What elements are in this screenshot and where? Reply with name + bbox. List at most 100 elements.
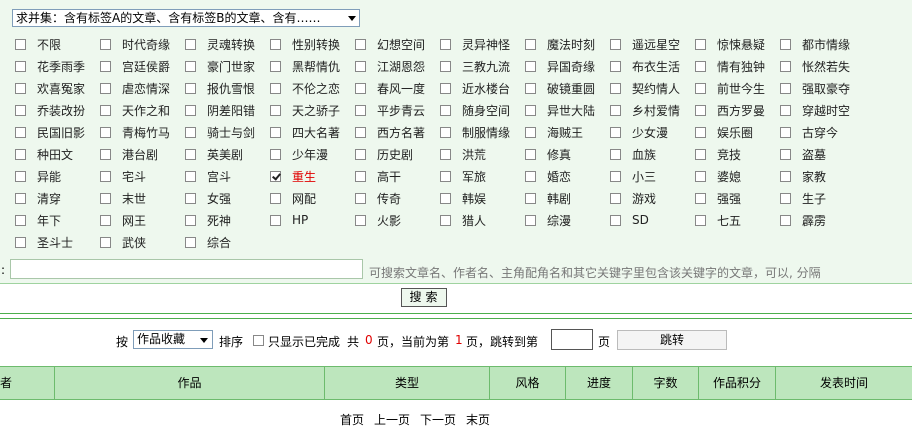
tag-option[interactable]: 不限 — [15, 33, 99, 55]
tag-checkbox[interactable] — [270, 126, 281, 138]
tag-checkbox[interactable] — [15, 192, 26, 204]
tag-option[interactable]: 海贼王 — [525, 121, 609, 143]
tag-option[interactable]: 阴差阳错 — [185, 99, 269, 121]
tag-option[interactable]: 春风一度 — [355, 77, 439, 99]
tag-option[interactable]: 韩剧 — [525, 187, 609, 209]
tag-option[interactable]: 天之骄子 — [270, 99, 354, 121]
tag-checkbox[interactable] — [525, 214, 536, 226]
tag-checkbox[interactable] — [185, 236, 196, 248]
jump-page-input[interactable] — [551, 329, 593, 350]
tag-checkbox[interactable] — [270, 148, 281, 160]
tag-checkbox[interactable] — [695, 126, 706, 138]
tag-option[interactable]: 强取豪夺 — [780, 77, 864, 99]
tag-option[interactable]: 圣斗士 — [15, 231, 99, 253]
tag-option[interactable]: 近水楼台 — [440, 77, 524, 99]
tag-checkbox[interactable] — [270, 38, 281, 50]
tag-checkbox[interactable] — [610, 60, 621, 72]
tag-checkbox[interactable] — [440, 170, 451, 182]
tag-checkbox[interactable] — [15, 148, 26, 160]
tag-checkbox[interactable] — [185, 38, 196, 50]
tag-option[interactable]: 年下 — [15, 209, 99, 231]
tag-checkbox[interactable] — [440, 60, 451, 72]
tag-option[interactable]: 黑帮情仇 — [270, 55, 354, 77]
tag-option[interactable]: 四大名著 — [270, 121, 354, 143]
tag-option[interactable]: 豪门世家 — [185, 55, 269, 77]
tag-option[interactable]: 婆媳 — [695, 165, 779, 187]
tag-option[interactable]: 死神 — [185, 209, 269, 231]
tag-option[interactable]: 异世大陆 — [525, 99, 609, 121]
tag-option[interactable]: 女强 — [185, 187, 269, 209]
tag-checkbox[interactable] — [355, 38, 366, 50]
tag-checkbox[interactable] — [100, 38, 111, 50]
tag-checkbox[interactable] — [780, 38, 791, 50]
tag-option[interactable]: 破镜重圆 — [525, 77, 609, 99]
tag-option[interactable]: 修真 — [525, 143, 609, 165]
tag-option[interactable]: 武侠 — [100, 231, 184, 253]
tag-option[interactable]: 骑士与剑 — [185, 121, 269, 143]
tag-checkbox[interactable] — [15, 82, 26, 94]
tag-checkbox[interactable] — [355, 148, 366, 160]
tag-checkbox[interactable] — [695, 60, 706, 72]
tag-option[interactable]: 穿越时空 — [780, 99, 864, 121]
tag-option[interactable]: 平步青云 — [355, 99, 439, 121]
tag-checkbox[interactable] — [185, 170, 196, 182]
tag-checkbox[interactable] — [100, 126, 111, 138]
tag-option[interactable]: 布衣生活 — [610, 55, 694, 77]
jump-button[interactable]: 跳转 — [617, 330, 727, 350]
tag-option[interactable]: 洪荒 — [440, 143, 524, 165]
first-page-link[interactable]: 首页 — [340, 411, 364, 428]
tag-option[interactable]: 种田文 — [15, 143, 99, 165]
tag-option[interactable]: 综合 — [185, 231, 269, 253]
tag-option[interactable]: 军旅 — [440, 165, 524, 187]
tag-checkbox[interactable] — [355, 104, 366, 116]
tag-option[interactable]: 江湖恩怨 — [355, 55, 439, 77]
tag-option[interactable]: 宅斗 — [100, 165, 184, 187]
tag-option[interactable]: 灵魂转换 — [185, 33, 269, 55]
tag-checkbox[interactable] — [525, 126, 536, 138]
tag-checkbox[interactable] — [185, 104, 196, 116]
tag-checkbox[interactable] — [355, 170, 366, 182]
tag-checkbox[interactable] — [15, 236, 26, 248]
last-page-link[interactable]: 末页 — [466, 411, 490, 428]
tag-option[interactable]: 性别转换 — [270, 33, 354, 55]
tag-checkbox[interactable] — [270, 170, 281, 182]
tag-option[interactable]: 网配 — [270, 187, 354, 209]
tag-option[interactable]: 民国旧影 — [15, 121, 99, 143]
tag-option[interactable]: 娱乐圈 — [695, 121, 779, 143]
tag-checkbox[interactable] — [100, 214, 111, 226]
tag-option[interactable]: 随身空间 — [440, 99, 524, 121]
tag-option[interactable]: 生子 — [780, 187, 864, 209]
tag-checkbox[interactable] — [100, 170, 111, 182]
tag-checkbox[interactable] — [780, 104, 791, 116]
tag-option[interactable]: 欢喜冤家 — [15, 77, 99, 99]
tag-checkbox[interactable] — [355, 192, 366, 204]
tag-checkbox[interactable] — [780, 82, 791, 94]
tag-option[interactable]: 强强 — [695, 187, 779, 209]
tag-checkbox[interactable] — [440, 38, 451, 50]
tag-checkbox[interactable] — [185, 148, 196, 160]
tag-checkbox[interactable] — [610, 170, 621, 182]
tag-checkbox[interactable] — [270, 82, 281, 94]
tag-option[interactable]: 港台剧 — [100, 143, 184, 165]
tag-checkbox[interactable] — [780, 214, 791, 226]
sort-field-select[interactable]: 作品收藏 — [133, 330, 213, 349]
tag-option[interactable]: 血族 — [610, 143, 694, 165]
tag-checkbox[interactable] — [15, 170, 26, 182]
tag-checkbox[interactable] — [440, 82, 451, 94]
tag-checkbox[interactable] — [15, 104, 26, 116]
tag-checkbox[interactable] — [100, 82, 111, 94]
tag-checkbox[interactable] — [780, 126, 791, 138]
tag-option[interactable]: 竞技 — [695, 143, 779, 165]
tag-option[interactable]: 网王 — [100, 209, 184, 231]
tag-checkbox[interactable] — [525, 104, 536, 116]
tag-checkbox[interactable] — [525, 60, 536, 72]
tag-checkbox[interactable] — [185, 214, 196, 226]
tag-option[interactable]: 乔装改扮 — [15, 99, 99, 121]
tag-option[interactable]: HP — [270, 209, 354, 231]
tag-option[interactable]: 韩娱 — [440, 187, 524, 209]
keyword-input[interactable] — [10, 259, 363, 279]
tag-option[interactable]: 三教九流 — [440, 55, 524, 77]
tag-option[interactable]: 少女漫 — [610, 121, 694, 143]
next-page-link[interactable]: 下一页 — [420, 411, 456, 428]
tag-option[interactable]: 契约情人 — [610, 77, 694, 99]
